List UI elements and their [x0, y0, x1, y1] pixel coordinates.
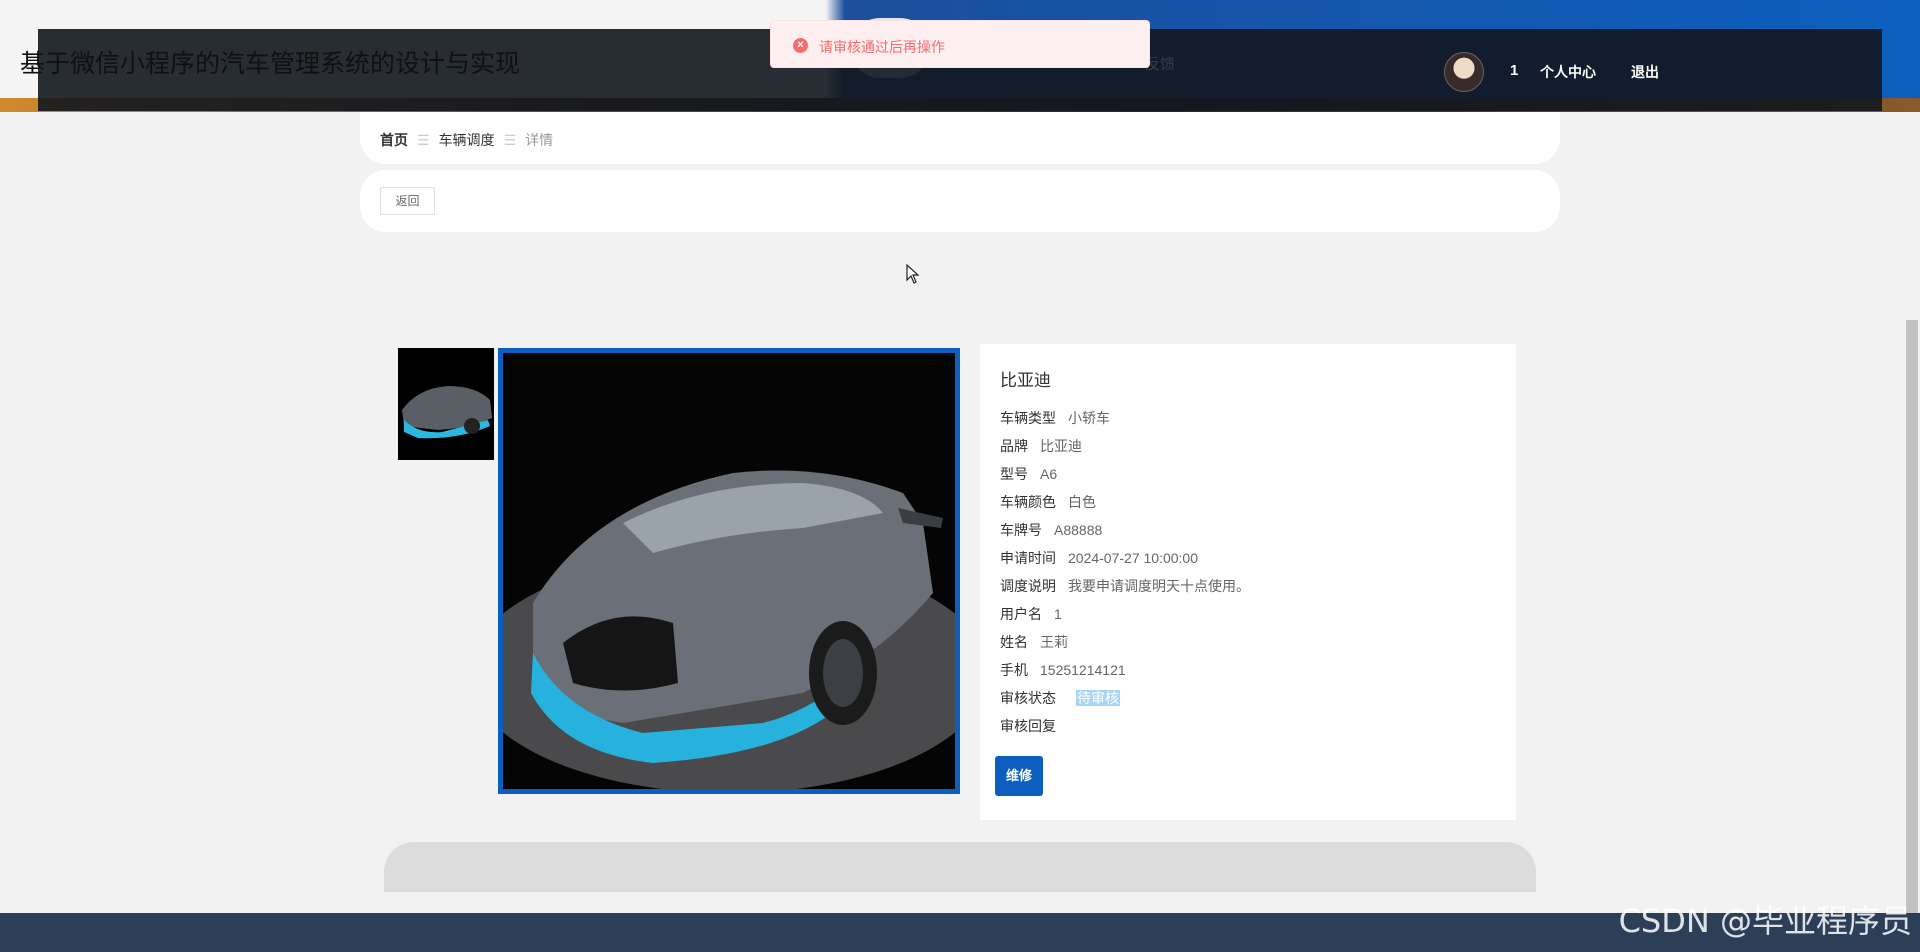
- field-row-audit-reply: 审核回复: [1000, 716, 1068, 736]
- bottom-card: [384, 842, 1536, 892]
- field-value: 2024-07-27 10:00:00: [1068, 550, 1198, 566]
- field-value: A88888: [1054, 522, 1103, 538]
- field-label: 手机: [1000, 662, 1028, 678]
- field-label: 审核状态: [1000, 690, 1056, 706]
- field-row-vehicle-type: 车辆类型 小轿车: [1000, 408, 1110, 428]
- user-avatar[interactable]: [1444, 52, 1484, 92]
- breadcrumb-card: 首页 ☰ 车辆调度 ☰ 详情: [360, 112, 1560, 164]
- field-value: 比亚迪: [1040, 438, 1082, 454]
- field-row-audit-status: 审核状态 待审核: [1000, 688, 1120, 708]
- breadcrumb-separator-icon: ☰: [503, 132, 517, 148]
- detail-panel: 比亚迪 车辆类型 小轿车 品牌 比亚迪 型号 A6 车辆颜色 白色 车牌号 A88888 …: [980, 344, 1516, 820]
- car-thumbnail[interactable]: [398, 348, 494, 460]
- car-main-image: [498, 348, 960, 794]
- field-row-plate: 车牌号 A88888: [1000, 520, 1102, 540]
- user-id: 1: [1510, 62, 1519, 79]
- field-value: 小轿车: [1068, 410, 1110, 426]
- page-scrollbar[interactable]: [1906, 320, 1918, 920]
- breadcrumb: 首页 ☰ 车辆调度 ☰ 详情: [380, 130, 553, 150]
- action-bar: 返回: [360, 170, 1560, 232]
- field-row-dispatch-note: 调度说明 我要申请调度明天十点使用。: [1000, 576, 1250, 596]
- toast-message: 请审核通过后再操作: [819, 39, 945, 55]
- field-label: 调度说明: [1000, 578, 1056, 594]
- field-row-color: 车辆颜色 白色: [1000, 492, 1096, 512]
- logout-link[interactable]: 退出: [1631, 62, 1659, 82]
- field-label: 用户名: [1000, 606, 1042, 622]
- field-value: 王莉: [1040, 634, 1068, 650]
- field-label: 车辆颜色: [1000, 494, 1056, 510]
- error-toast: × 请审核通过后再操作: [770, 20, 1150, 68]
- field-label: 车牌号: [1000, 522, 1042, 538]
- profile-link[interactable]: 个人中心: [1540, 62, 1596, 82]
- mouse-cursor-icon: [906, 264, 920, 284]
- field-row-username: 用户名 1: [1000, 604, 1062, 624]
- field-label: 申请时间: [1000, 550, 1056, 566]
- breadcrumb-separator-icon: ☰: [417, 132, 430, 148]
- field-row-brand: 品牌 比亚迪: [1000, 436, 1082, 456]
- site-title: 基于微信小程序的汽车管理系统的设计与实现: [20, 49, 521, 78]
- field-label: 品牌: [1000, 438, 1028, 454]
- field-label: 姓名: [1000, 634, 1028, 650]
- field-label: 型号: [1000, 466, 1028, 482]
- watermark: CSDN @毕业程序员: [1618, 902, 1912, 940]
- error-circle-icon: ×: [793, 38, 808, 53]
- breadcrumb-home[interactable]: 首页: [380, 132, 408, 148]
- field-row-apply-time: 申请时间 2024-07-27 10:00:00: [1000, 548, 1198, 568]
- field-row-name: 姓名 王莉: [1000, 632, 1068, 652]
- repair-button[interactable]: 维修: [995, 756, 1043, 796]
- field-value: A6: [1040, 466, 1058, 482]
- field-value: 1: [1054, 606, 1062, 622]
- field-label: 车辆类型: [1000, 410, 1056, 426]
- car-title: 比亚迪: [1000, 371, 1051, 390]
- field-row-model: 型号 A6: [1000, 464, 1057, 484]
- field-value: 我要申请调度明天十点使用。: [1068, 578, 1250, 594]
- field-value: 15251214121: [1040, 662, 1126, 678]
- breadcrumb-section[interactable]: 车辆调度: [439, 132, 495, 148]
- field-label: 审核回复: [1000, 718, 1056, 734]
- status-badge: 待审核: [1076, 690, 1120, 706]
- back-button[interactable]: 返回: [380, 187, 435, 215]
- breadcrumb-current: 详情: [525, 132, 554, 148]
- field-row-phone: 手机 15251214121: [1000, 660, 1126, 680]
- field-value: 白色: [1068, 494, 1096, 510]
